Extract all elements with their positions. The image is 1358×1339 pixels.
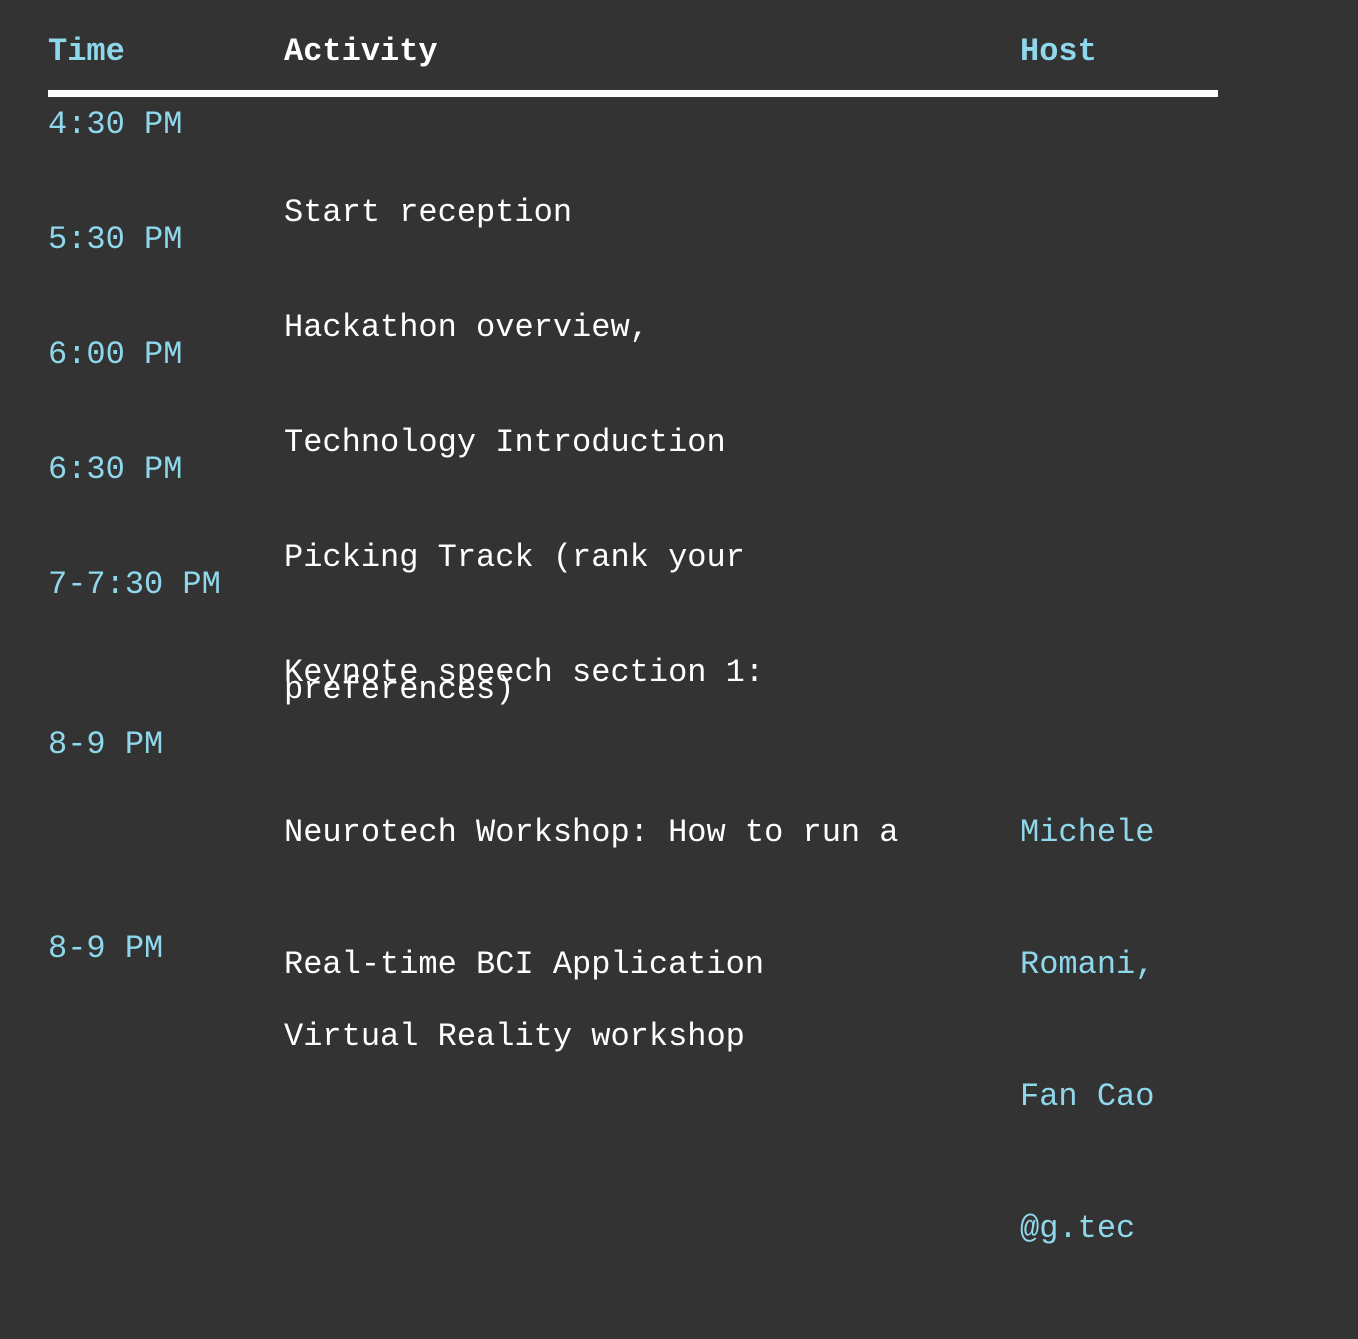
host-line: Fan Cao [1020, 1078, 1155, 1115]
schedule-table: Time Activity Host 4:30 PM Start recepti… [48, 18, 1218, 1247]
activity-line: Neurotech Workshop: How to run a [284, 814, 899, 851]
row-host: Michele Romani, Fan Cao @g.tec [1020, 723, 1154, 1339]
activity-line: Keynote speech section 1: [284, 654, 765, 691]
row-activity: Virtual Reality workshop [284, 927, 745, 1147]
table-row: 6:30 PM Picking Track (rank your prefere… [48, 448, 1218, 708]
table-row: 8-9 PM Virtual Reality workshop [48, 927, 1218, 1055]
row-time: 8-9 PM [48, 930, 164, 967]
row-time: 4:30 PM [48, 106, 183, 143]
table-row: 5:30 PM Hackathon overview, [48, 218, 1218, 346]
row-time: 6:30 PM [48, 451, 183, 488]
row-time: 8-9 PM [48, 726, 164, 763]
row-time: 5:30 PM [48, 221, 183, 258]
activity-line: Virtual Reality workshop [284, 1018, 745, 1055]
table-row: 6:00 PM Technology Introduction [48, 333, 1218, 461]
table-row: 7-7:30 PM Keynote speech section 1: [48, 563, 1218, 723]
header-time: Time [48, 33, 125, 70]
row-time: 6:00 PM [48, 336, 183, 373]
header-host: Host [1020, 33, 1097, 70]
table-row: 8-9 PM Neurotech Workshop: How to run a … [48, 723, 1218, 1247]
table-header: Time Activity Host [48, 18, 1218, 97]
header-activity: Activity [284, 33, 438, 70]
host-line: @g.tec [1020, 1210, 1136, 1247]
table-row: 4:30 PM Start reception [48, 103, 1218, 231]
host-line: Michele [1020, 814, 1155, 851]
row-time: 7-7:30 PM [48, 566, 221, 603]
